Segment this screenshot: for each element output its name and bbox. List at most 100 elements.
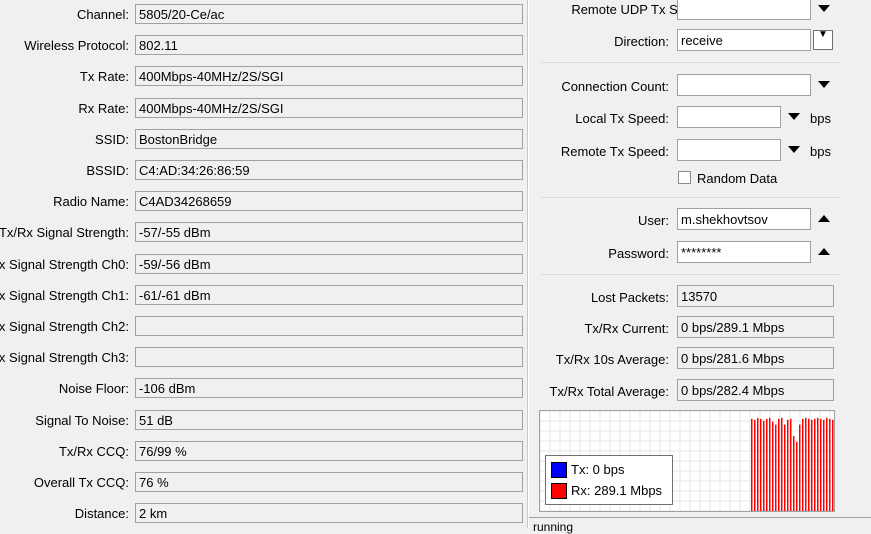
- field-label: BSSID:: [86, 163, 129, 178]
- left-row: Rx Rate: 400Mbps-40MHz/2S/SGI: [0, 98, 528, 120]
- txrx-current-value: 0 bps/289.1 Mbps: [677, 316, 834, 338]
- rx-bar: [775, 424, 777, 511]
- rx-bar: [799, 424, 801, 511]
- rx-bar: [766, 418, 768, 511]
- rx-bar: [772, 421, 774, 511]
- remote-tx-speed-input[interactable]: [677, 139, 781, 161]
- field-value: C4AD34268659: [135, 191, 523, 211]
- connection-count-input[interactable]: [677, 74, 811, 96]
- field-value: 400Mbps-40MHz/2S/SGI: [135, 98, 523, 118]
- left-row: BSSID: C4:AD:34:26:86:59: [0, 160, 528, 182]
- field-value: 802.11: [135, 35, 523, 55]
- separator: [541, 197, 841, 198]
- password-collapse-icon[interactable]: [818, 248, 830, 255]
- field-value: -106 dBm: [135, 378, 523, 398]
- left-row: Tx Signal Strength Ch1: -61/-61 dBm: [0, 285, 528, 307]
- rx-bar: [823, 419, 825, 511]
- password-input[interactable]: ********: [677, 241, 811, 263]
- direction-label: Direction:: [614, 34, 669, 49]
- rx-bar: [805, 417, 807, 511]
- remote-tx-speed-unit: bps: [810, 144, 831, 159]
- left-row: Tx Signal Strength Ch3:: [0, 347, 528, 369]
- rx-bar: [817, 417, 819, 511]
- field-label: Tx/Rx CCQ:: [58, 444, 129, 459]
- field-label: Noise Floor:: [58, 381, 129, 396]
- rx-bar: [784, 424, 786, 511]
- left-row: Radio Name: C4AD34268659: [0, 191, 528, 213]
- field-label: Radio Name:: [53, 194, 129, 209]
- field-label: Signal To Noise:: [35, 413, 129, 428]
- rx-bar: [760, 418, 762, 511]
- left-row: Tx Signal Strength Ch0: -59/-56 dBm: [0, 254, 528, 276]
- legend-rx-swatch: [551, 483, 567, 499]
- random-data-label: Random Data: [697, 171, 778, 186]
- rx-bar: [778, 418, 780, 511]
- remote-tx-speed-dropdown-icon[interactable]: [788, 146, 800, 153]
- field-value: 2 km: [135, 503, 523, 523]
- left-row: Channel: 5805/20-Ce/ac: [0, 4, 528, 26]
- rx-bar: [826, 417, 828, 511]
- lost-packets-value: 13570: [677, 285, 834, 307]
- txrx-total-average-value: 0 bps/282.4 Mbps: [677, 379, 834, 401]
- left-row: Tx/Rx CCQ: 76/99 %: [0, 441, 528, 463]
- field-label: Wireless Protocol:: [24, 38, 129, 53]
- direction-select[interactable]: receive: [677, 29, 811, 51]
- user-input[interactable]: m.shekhovtsov: [677, 208, 811, 230]
- left-row: Signal To Noise: 51 dB: [0, 410, 528, 432]
- separator: [541, 274, 841, 275]
- field-value: [135, 316, 523, 336]
- field-value: 76/99 %: [135, 441, 523, 461]
- rx-bar: [796, 441, 798, 511]
- rx-bar: [829, 418, 831, 511]
- status-text: running: [533, 520, 574, 534]
- field-value: 400Mbps-40MHz/2S/SGI: [135, 66, 523, 86]
- password-label: Password:: [608, 246, 669, 261]
- left-row: Tx Rate: 400Mbps-40MHz/2S/SGI: [0, 66, 528, 88]
- connection-count-label: Connection Count:: [561, 79, 669, 94]
- local-tx-speed-label: Local Tx Speed:: [575, 111, 669, 126]
- field-label: Tx Signal Strength Ch2:: [0, 319, 129, 334]
- field-value: BostonBridge: [135, 129, 523, 149]
- rx-bar: [769, 417, 771, 511]
- field-value: C4:AD:34:26:86:59: [135, 160, 523, 180]
- left-panel: Channel: 5805/20-Ce/ac Wireless Protocol: 8…: [0, 0, 528, 528]
- field-label: Tx/Rx Signal Strength:: [0, 225, 129, 240]
- local-tx-speed-input[interactable]: [677, 106, 781, 128]
- field-value: [135, 347, 523, 367]
- rx-bar: [754, 419, 756, 511]
- txrx-10s-average-value: 0 bps/281.6 Mbps: [677, 347, 834, 369]
- rx-bar: [757, 417, 759, 511]
- graph-legend: Tx: 0 bps Rx: 289.1 Mbps: [545, 455, 673, 505]
- field-value: -59/-56 dBm: [135, 254, 523, 274]
- rx-bar: [802, 418, 804, 511]
- field-label: SSID:: [95, 132, 129, 147]
- field-label: Channel:: [76, 7, 129, 22]
- rx-bar: [751, 418, 753, 511]
- remote-udp-tx-size-dropdown-icon[interactable]: [818, 5, 830, 12]
- rx-bar: [832, 419, 834, 511]
- user-collapse-icon[interactable]: [818, 215, 830, 222]
- rx-bar: [811, 419, 813, 511]
- rx-bar: [790, 418, 792, 511]
- rx-bar: [793, 436, 795, 511]
- field-label: Overall Tx CCQ:: [33, 475, 129, 490]
- rx-bar: [787, 419, 789, 511]
- left-row: Noise Floor: -106 dBm: [0, 378, 528, 400]
- random-data-checkbox[interactable]: [678, 171, 691, 184]
- field-label: Rx Rate:: [78, 101, 129, 116]
- rx-bar: [763, 420, 765, 511]
- left-row: Tx Signal Strength Ch2:: [0, 316, 528, 338]
- field-value: 5805/20-Ce/ac: [135, 4, 523, 24]
- local-tx-speed-dropdown-icon[interactable]: [788, 113, 800, 120]
- remote-udp-tx-size-input[interactable]: [677, 0, 811, 20]
- status-bar: running: [529, 517, 871, 534]
- field-value: 51 dB: [135, 410, 523, 430]
- connection-count-dropdown-icon[interactable]: [818, 81, 830, 88]
- left-row: Overall Tx CCQ: 76 %: [0, 472, 528, 494]
- separator: [541, 62, 841, 63]
- remote-tx-speed-label: Remote Tx Speed:: [560, 144, 669, 159]
- field-value: -57/-55 dBm: [135, 222, 523, 242]
- field-value: -61/-61 dBm: [135, 285, 523, 305]
- direction-dropdown-button[interactable]: ▼: [813, 30, 833, 50]
- left-row: Wireless Protocol: 802.11: [0, 35, 528, 57]
